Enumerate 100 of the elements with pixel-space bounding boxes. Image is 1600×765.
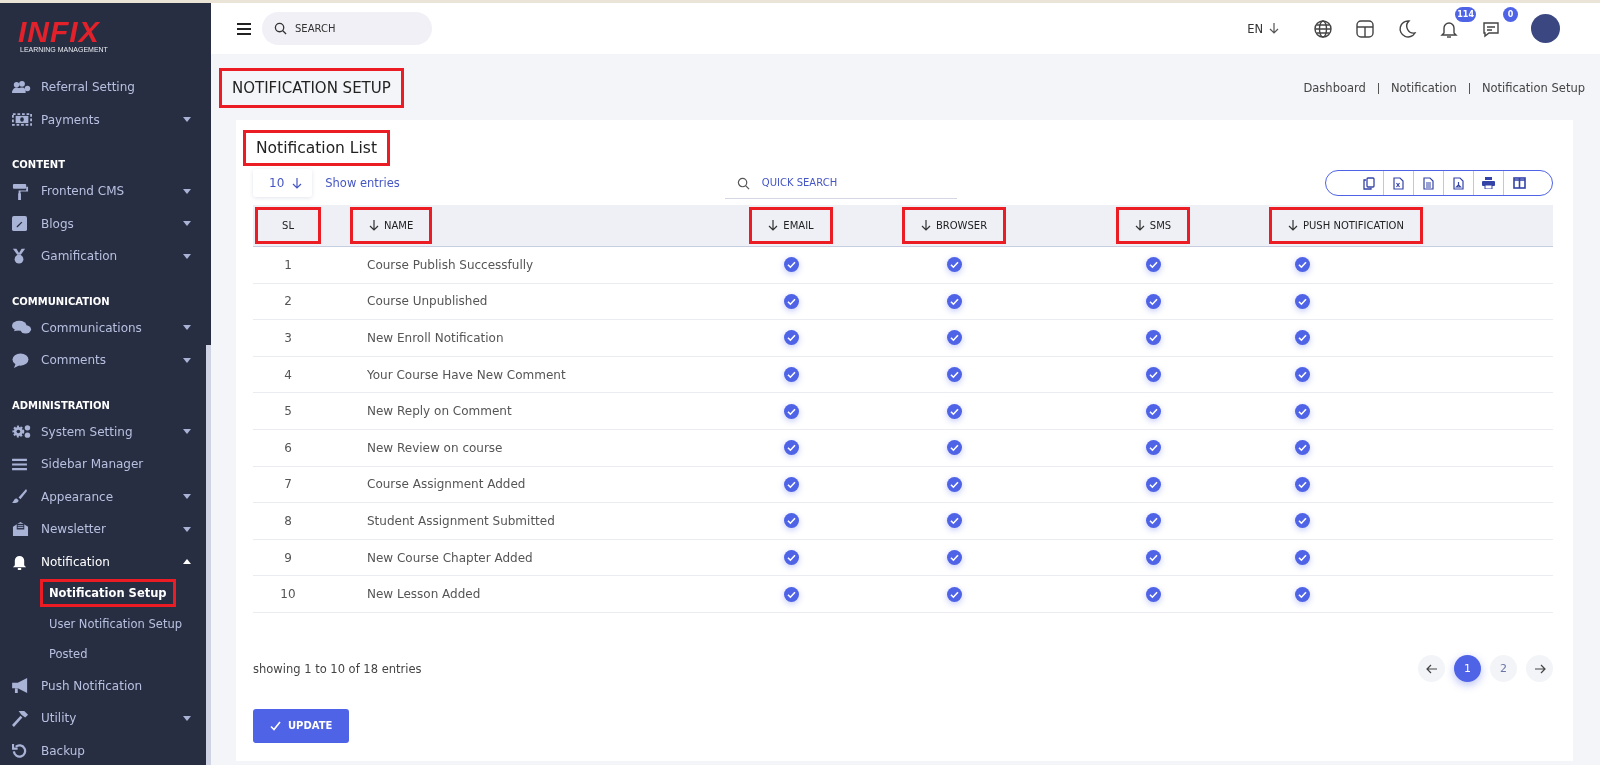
table-cell: 6 (284, 440, 292, 455)
table-cell: New Enroll Notification (367, 331, 504, 345)
checkbox[interactable] (1295, 440, 1310, 456)
sidebar-item[interactable]: Push Notification (12, 669, 201, 702)
table-cell: 4 (284, 367, 292, 382)
column-header[interactable]: NAME (350, 207, 433, 244)
document-icon (1423, 176, 1434, 190)
scrollbar-thumb[interactable] (206, 345, 211, 765)
page-button[interactable]: 2 (1490, 655, 1517, 683)
checkbox[interactable] (1145, 586, 1161, 602)
checkbox[interactable] (783, 330, 799, 346)
checkbox[interactable] (1145, 440, 1161, 456)
checkbox[interactable] (1295, 330, 1310, 346)
sidebar-item[interactable]: Newsletter (12, 513, 201, 546)
checkbox[interactable] (1145, 367, 1161, 383)
undo-icon (12, 743, 27, 759)
moon-icon[interactable] (1396, 17, 1418, 40)
checkbox[interactable] (946, 293, 962, 309)
checkbox[interactable] (1295, 293, 1310, 309)
avatar[interactable] (1531, 14, 1560, 43)
checkbox[interactable] (1145, 513, 1161, 529)
checkbox[interactable] (783, 367, 799, 383)
sidebar-item[interactable]: Communications (12, 311, 201, 344)
sort-arrow-icon (920, 220, 931, 231)
checkbox[interactable] (946, 476, 962, 492)
layout-icon[interactable] (1354, 17, 1376, 40)
group-icon (12, 79, 32, 95)
sidebar-item[interactable]: Sidebar Manager (12, 448, 201, 481)
column-header[interactable]: PUSH NOTIFICATION (1269, 207, 1423, 244)
column-header[interactable]: SMS (1115, 207, 1191, 244)
breadcrumb-link[interactable]: Dashboard (1303, 81, 1366, 95)
language-selector[interactable]: EN (1247, 21, 1279, 36)
checkbox[interactable] (1295, 403, 1310, 419)
checkbox[interactable] (1145, 476, 1161, 492)
table-cell: 9 (284, 550, 292, 565)
checkbox[interactable] (946, 257, 962, 273)
sidebar-item[interactable]: Gamification (12, 240, 201, 273)
checkbox[interactable] (1295, 257, 1310, 273)
breadcrumb-link[interactable]: Notification Setup (1481, 81, 1585, 95)
checkbox[interactable] (946, 550, 962, 566)
sidebar-item[interactable]: Frontend CMS (12, 175, 201, 208)
previous-page-button[interactable] (1418, 655, 1445, 683)
sidebar-section-title: ADMINISTRATION (12, 398, 110, 413)
sidebar-subitem[interactable]: Notification Setup (40, 579, 176, 608)
checkbox[interactable] (783, 293, 799, 309)
checkbox[interactable] (1295, 586, 1310, 602)
checkbox[interactable] (946, 367, 962, 383)
checkbox[interactable] (783, 476, 799, 492)
arrow-down-icon (292, 177, 303, 189)
checkbox[interactable] (1295, 550, 1310, 566)
checkbox[interactable] (946, 403, 962, 419)
entries-summary: showing 1 to 10 of 18 entries (253, 661, 422, 676)
breadcrumb-link[interactable]: Notification (1390, 81, 1457, 95)
column-header[interactable]: EMAIL (749, 207, 833, 244)
checkbox[interactable] (1145, 403, 1161, 419)
sidebar-subitem[interactable]: Posted (40, 640, 97, 669)
sidebar-item[interactable]: System Setting (12, 415, 201, 448)
checkbox[interactable] (946, 440, 962, 456)
table-cell: 3 (284, 331, 292, 345)
sidebar-item[interactable]: Utility (12, 702, 201, 735)
checkbox[interactable] (1145, 330, 1161, 346)
sidebar-item[interactable]: Blogs (12, 207, 201, 240)
chat-bubbles-icon (12, 320, 32, 336)
page-size-select[interactable]: 10 (253, 169, 313, 197)
update-button[interactable]: UPDATE (253, 708, 350, 743)
menu-button[interactable] (236, 21, 252, 36)
checkbox[interactable] (946, 330, 962, 346)
column-header[interactable]: SL (255, 207, 321, 244)
checkbox[interactable] (1145, 550, 1161, 566)
table-cell: New Reply on Comment (367, 404, 512, 419)
sidebar-item[interactable]: Appearance (12, 480, 201, 513)
next-page-button[interactable] (1526, 655, 1553, 683)
checkbox[interactable] (1295, 476, 1310, 492)
sidebar-item[interactable]: Comments (12, 344, 201, 377)
gears-icon (12, 424, 32, 440)
checkbox[interactable] (1295, 513, 1310, 529)
sidebar-item[interactable]: Backup (12, 734, 201, 765)
bell-icon (12, 553, 27, 571)
checkbox[interactable] (783, 550, 799, 566)
checkbox[interactable] (783, 403, 799, 419)
globe-icon[interactable] (1312, 17, 1334, 40)
checkbox[interactable] (783, 257, 799, 273)
table-cell: 1 (284, 257, 292, 272)
column-header[interactable]: BROWSER (901, 207, 1007, 244)
sidebar-item[interactable]: Referral Setting (12, 71, 201, 104)
sidebar-item[interactable]: Notification (12, 545, 201, 578)
checkbox[interactable] (1295, 367, 1310, 383)
search-field[interactable]: SEARCH (262, 12, 432, 45)
sidebar-item[interactable]: Payments (12, 103, 201, 136)
checkbox[interactable] (946, 586, 962, 602)
page-button[interactable]: 1 (1454, 655, 1481, 683)
checkbox[interactable] (1145, 257, 1161, 273)
checkbox[interactable] (1145, 293, 1161, 309)
table-cell: Your Course Have New Comment (367, 367, 566, 382)
checkbox[interactable] (946, 513, 962, 529)
checkbox[interactable] (783, 440, 799, 456)
checkbox[interactable] (783, 513, 799, 529)
checkbox[interactable] (783, 586, 799, 602)
sidebar-subitem[interactable]: User Notification Setup (40, 609, 191, 638)
table-cell: 5 (284, 404, 292, 419)
